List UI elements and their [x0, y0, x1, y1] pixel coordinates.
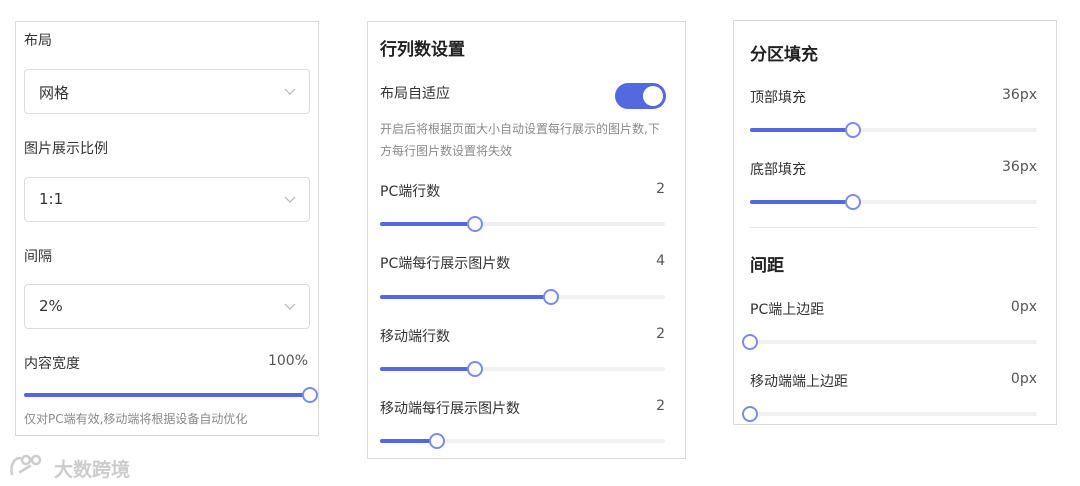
content-width-slider[interactable] — [24, 387, 318, 403]
adaptive-layout-toggle[interactable] — [615, 83, 666, 109]
pc-per-row-slider[interactable] — [380, 289, 665, 305]
chevron-down-icon — [284, 88, 296, 95]
mobile-rows-slider[interactable] — [380, 361, 665, 377]
adaptive-layout-hint: 开启后将根据页面大小自动设置每行展示的图片数,下方每行图片数设置将失效 — [380, 122, 660, 158]
bottom-padding-slider[interactable] — [750, 194, 1037, 210]
panel-title: 行列数设置 — [380, 40, 465, 60]
slider-label-pc-rows: PC端行数 — [380, 184, 441, 200]
top-padding-slider[interactable] — [750, 122, 1037, 138]
gap-select-value: 2% — [39, 297, 63, 315]
content-width-label: 内容宽度 — [24, 356, 80, 372]
slider-fill — [750, 128, 854, 132]
slider-thumb[interactable] — [466, 216, 483, 232]
bottom-padding-label: 底部填充 — [750, 162, 806, 178]
slider-thumb[interactable] — [543, 289, 559, 305]
slider-fill — [24, 393, 310, 397]
slider-thumb[interactable] — [302, 387, 318, 403]
slider-fill — [380, 295, 551, 299]
pc-top-margin-slider[interactable] — [742, 334, 1037, 350]
slider-thumb[interactable] — [845, 194, 862, 210]
content-width-value: 100% — [267, 353, 308, 369]
layout-label: 布局 — [24, 33, 52, 49]
pc-top-margin-value: 0px — [1010, 299, 1037, 315]
ratio-select-value: 1:1 — [39, 190, 64, 208]
ratio-label: 图片展示比例 — [24, 141, 108, 157]
slider-thumb[interactable] — [742, 334, 758, 350]
slider-label-mobile-rows: 移动端行数 — [380, 329, 450, 345]
section-padding-panel: 分区填充 顶部填充 36px 底部填充 36px 间距 PC端上边距 0px 移… — [733, 20, 1057, 425]
slider-thumb[interactable] — [845, 122, 862, 138]
ratio-select[interactable]: 1:1 — [24, 177, 310, 222]
toggle-knob — [643, 86, 663, 106]
watermark-logo-icon — [10, 454, 42, 476]
slider-fill — [380, 367, 475, 371]
mobile-top-margin-label: 移动端端上边距 — [750, 374, 848, 390]
watermark-text: 大数跨境 — [54, 459, 131, 481]
content-width-hint: 仅对PC端有效,移动端将根据设备自动优化 — [24, 412, 248, 426]
pc-rows-slider[interactable] — [380, 216, 665, 232]
slider-value-pc-rows: 2 — [656, 181, 665, 197]
gap-select[interactable]: 2% — [24, 284, 310, 329]
slider-thumb[interactable] — [742, 406, 758, 422]
slider-value-pc-per-row: 4 — [656, 253, 665, 269]
slider-value-mobile-per-row: 2 — [656, 398, 665, 414]
spacing-section-title: 间距 — [750, 256, 784, 276]
slider-fill — [380, 222, 475, 226]
layout-select-value: 网格 — [39, 84, 70, 102]
slider-thumb[interactable] — [429, 433, 445, 449]
row-column-settings-panel: 行列数设置 布局自适应 开启后将根据页面大小自动设置每行展示的图片数,下方每行图… — [367, 21, 686, 459]
pc-top-margin-label: PC端上边距 — [750, 302, 825, 318]
slider-track — [750, 340, 1037, 344]
slider-fill — [750, 200, 854, 204]
adaptive-layout-label: 布局自适应 — [380, 86, 450, 102]
chevron-down-icon — [284, 196, 296, 203]
slider-label-pc-per-row: PC端每行展示图片数 — [380, 256, 511, 272]
slider-track — [750, 412, 1037, 416]
slider-label-mobile-per-row: 移动端每行展示图片数 — [380, 401, 520, 417]
slider-thumb[interactable] — [466, 361, 483, 377]
mobile-top-margin-value: 0px — [1010, 371, 1037, 387]
bottom-padding-value: 36px — [1002, 159, 1037, 175]
watermark: 大数跨境 — [8, 452, 130, 481]
fill-section-title: 分区填充 — [750, 45, 818, 65]
layout-select[interactable]: 网格 — [24, 69, 310, 114]
top-padding-value: 36px — [1002, 87, 1037, 103]
section-divider — [750, 227, 1037, 228]
slider-value-mobile-rows: 2 — [656, 326, 665, 342]
gap-label: 间隔 — [24, 249, 52, 265]
mobile-top-margin-slider[interactable] — [742, 406, 1037, 422]
mobile-per-row-slider[interactable] — [380, 433, 665, 449]
chevron-down-icon — [284, 303, 296, 310]
top-padding-label: 顶部填充 — [750, 90, 806, 106]
layout-settings-panel: 布局 网格 图片展示比例 1:1 间隔 2% 内容宽度 100% 仅对PC端有效… — [15, 21, 319, 436]
